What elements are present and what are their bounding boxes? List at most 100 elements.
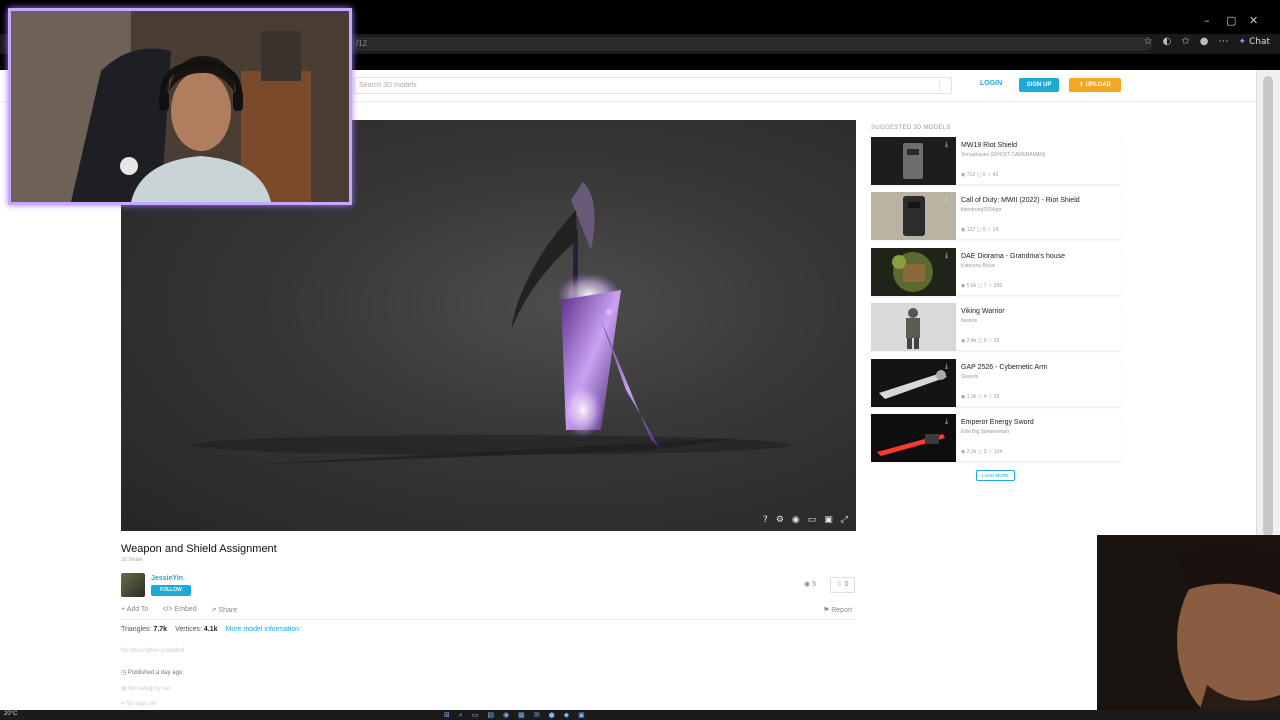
discord-icon[interactable]: ◆	[564, 711, 569, 720]
report-label: Report	[831, 607, 853, 614]
upload-button[interactable]: ⇪ UPLOAD	[1069, 78, 1121, 92]
close-window-button[interactable]: ✕	[1249, 14, 1258, 27]
triangles-label: Triangles:	[121, 626, 152, 633]
share-label: Share	[218, 607, 238, 614]
maximize-button[interactable]: ▢	[1226, 14, 1236, 27]
task-view-icon[interactable]: ▭	[472, 711, 479, 720]
signup-button[interactable]: SIGN UP	[1019, 78, 1059, 92]
card-views: 2.3k	[966, 449, 977, 455]
suggested-card-riot-shield[interactable]: ⤓ MW19 Riot Shield Xenophaues (GHOST CAM…	[871, 137, 1121, 185]
more-info-link[interactable]: More model information	[226, 626, 300, 633]
card-likes: 53	[993, 394, 1000, 400]
card-stats: ◉ 137 ▢ 0 ☆ 14	[961, 227, 999, 233]
card-author: Kateryna Bryus	[961, 263, 996, 269]
search-input[interactable]: Search 3D models	[354, 77, 952, 94]
triangles-value: 7.7k	[153, 626, 168, 633]
url-input[interactable]: /12	[352, 37, 1152, 51]
like-count: 0	[844, 581, 849, 588]
suggested-card-diorama[interactable]: ⤓ DAE Diorama - Grandma's house Kateryna…	[871, 248, 1121, 296]
download-icon: ⤓	[945, 141, 949, 148]
category-text: No category set	[128, 686, 171, 692]
eye-icon: ◉	[804, 581, 811, 588]
file-explorer-icon[interactable]: ▤	[487, 711, 494, 720]
fullscreen-icon[interactable]: ⤢	[841, 515, 848, 525]
published-date: ◷ Published a day ago	[121, 670, 183, 676]
card-likes: 14	[992, 227, 999, 233]
card-comments: 0	[983, 338, 987, 344]
favorites-icon[interactable]: ✩	[1181, 36, 1189, 47]
download-icon: ⤓	[945, 418, 949, 425]
settings-icon[interactable]: ⚙	[776, 515, 784, 525]
avatar[interactable]	[121, 573, 145, 597]
card-title: Emperor Energy Sword	[961, 419, 1034, 426]
add-to-button[interactable]: + Add To	[121, 606, 148, 614]
share-button[interactable]: ↗ Share	[211, 606, 238, 614]
suggested-card-viking[interactable]: ⤓ Viking Warrior Ilustros ◉ 2.4k ▢ 0 ☆ 5…	[871, 303, 1121, 351]
start-icon[interactable]: ⊞	[444, 711, 450, 720]
chat-label: Chat	[1248, 36, 1270, 47]
search-icon[interactable]	[939, 80, 949, 91]
card-likes: 53	[993, 338, 1000, 344]
load-more-button[interactable]: LOAD MORE	[976, 470, 1015, 481]
download-icon: ⤓	[945, 363, 949, 370]
suggested-heading: SUGGESTED 3D MODELS	[871, 125, 951, 131]
download-icon: ⤓	[945, 196, 949, 203]
card-stats: ◉ 2.3k ▢ 3 ☆ 134	[961, 449, 1003, 455]
vertices-stat: Vertices: 4.1k	[175, 626, 217, 633]
theater-mode-icon[interactable]: ▣	[824, 515, 833, 525]
model-title: Weapon and Shield Assignment	[121, 543, 277, 555]
search-taskbar-icon[interactable]: ⌕	[459, 711, 463, 720]
view-count-value: 5	[812, 581, 816, 588]
weather-widget[interactable]: 20°C	[4, 711, 17, 717]
suggested-card-energy-sword[interactable]: ⤓ Emperor Energy Sword Elite Big Speaker…	[871, 414, 1121, 462]
inspector-icon[interactable]: ◉	[792, 515, 800, 525]
author-name[interactable]: JessieYin	[151, 575, 183, 582]
upload-label: UPLOAD	[1085, 82, 1112, 88]
card-views: 2.4k	[966, 338, 977, 344]
card-likes: 206	[993, 283, 1003, 289]
app-icon[interactable]: ▣	[578, 711, 585, 720]
browser-taskbar-icon[interactable]: ◉	[503, 711, 509, 720]
published-text: Published a day ago	[127, 670, 183, 676]
scrollbar-thumb[interactable]	[1263, 76, 1273, 536]
extensions-icon[interactable]: ◐	[1163, 36, 1172, 47]
thumbnail	[871, 303, 956, 351]
more-menu-icon[interactable]: ⋯	[1219, 36, 1229, 47]
card-views: 5.6k	[966, 283, 977, 289]
bookmark-star-icon[interactable]: ☆	[1144, 36, 1153, 47]
vr-icon[interactable]: ▭	[808, 515, 817, 525]
follow-button[interactable]: FOLLOW	[151, 585, 191, 596]
card-comments: 4	[983, 394, 987, 400]
card-comments: 3	[983, 449, 987, 455]
suggested-card-cyber-arm[interactable]: ⤓ GAP 2526 - Cybernetic Arm Skayvis ◉ 1.…	[871, 359, 1121, 407]
embed-button[interactable]: </> Embed	[162, 606, 196, 614]
profile-avatar-icon[interactable]: ●	[1200, 36, 1209, 47]
triangles-stat: Triangles: 7.7k	[121, 626, 167, 633]
like-button[interactable]: ☆ 0	[830, 577, 855, 593]
webcam-image	[1097, 535, 1280, 720]
card-title: MW19 Riot Shield	[961, 142, 1018, 149]
thumbnail	[871, 414, 956, 462]
spotify-icon[interactable]: ●	[549, 711, 555, 720]
login-link[interactable]: LOGIN	[980, 80, 1002, 87]
taskbar-icons: ⊞ ⌕ ▭ ▤ ◉ ▦ ✉ ● ◆ ▣	[444, 711, 585, 720]
store-icon[interactable]: ▦	[518, 711, 525, 720]
card-comments: 0	[982, 172, 986, 178]
card-comments: 7	[983, 283, 987, 289]
minimize-button[interactable]: –	[1204, 14, 1210, 27]
search-placeholder: Search 3D models	[359, 82, 417, 89]
viewer-controls: ? ⚙ ◉ ▭ ▣ ⤢	[763, 515, 848, 525]
suggested-card-mwii-shield[interactable]: ⤓ Call of Duty: MWII (2022) - Riot Shiel…	[871, 192, 1121, 240]
mail-icon[interactable]: ✉	[534, 711, 540, 720]
chat-button[interactable]: ✦ Chat	[1239, 37, 1270, 47]
tags-text: No tags set	[126, 701, 157, 707]
view-count: ◉ 5	[804, 580, 816, 588]
help-icon[interactable]: ?	[763, 515, 768, 525]
os-taskbar: 20°C ⊞ ⌕ ▭ ▤ ◉ ▦ ✉ ● ◆ ▣	[0, 710, 1280, 720]
report-button[interactable]: ⚑ Report	[823, 606, 852, 614]
card-author: Skayvis	[961, 374, 979, 380]
card-views: 1.3k	[966, 394, 977, 400]
vertices-value: 4.1k	[203, 626, 218, 633]
card-author: Elite Big Speakerman	[961, 429, 1010, 435]
card-title: GAP 2526 - Cybernetic Arm	[961, 364, 1048, 371]
